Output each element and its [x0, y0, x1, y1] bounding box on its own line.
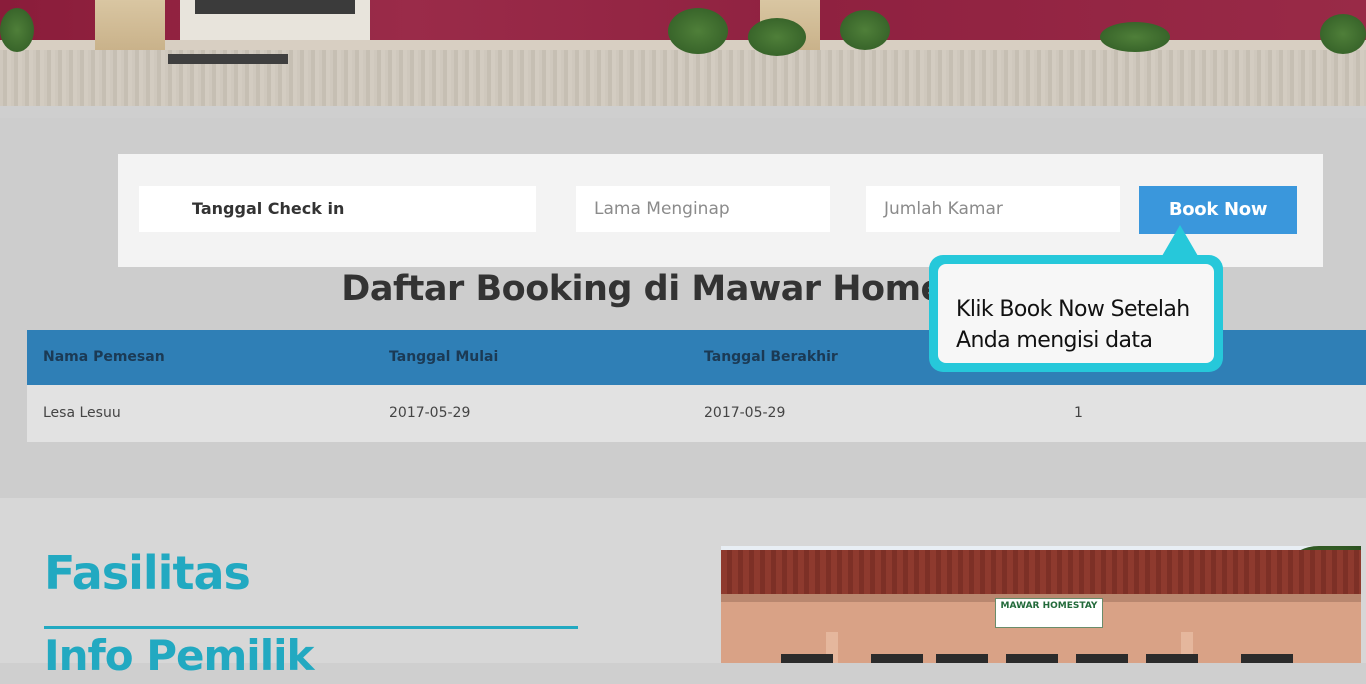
checkin-date-input[interactable]: Tanggal Check in: [139, 186, 536, 232]
tooltip-content: Klik Book Now Setelah Anda mengisi data: [938, 264, 1214, 363]
hero-doormat: [168, 54, 288, 64]
house-sign-text: MAWAR HOMESTAY: [1000, 601, 1098, 611]
house-window: [871, 654, 923, 663]
cell-tanggal-berakhir: 2017-05-29: [704, 405, 786, 421]
fasilitas-heading[interactable]: Fasilitas: [44, 545, 251, 601]
hero-doorway: [195, 0, 355, 14]
room-count-input[interactable]: Jumlah Kamar: [866, 186, 1120, 232]
hero-plant: [0, 8, 34, 52]
house-roof: [721, 550, 1361, 594]
cell-nama-pemesan: Lesa Lesuu: [43, 405, 121, 421]
house-window: [781, 654, 833, 663]
table-row: Lesa Lesuu 2017-05-29 2017-05-29 1: [27, 385, 1366, 442]
tooltip-line-2: Anda mengisi data: [956, 328, 1153, 353]
tooltip-callout: Klik Book Now Setelah Anda mengisi data: [929, 255, 1223, 372]
hero-plant: [668, 8, 728, 54]
hero-pillar: [95, 0, 165, 50]
hero-plant: [1320, 14, 1366, 54]
info-pemilik-heading[interactable]: Info Pemilik: [44, 628, 314, 684]
house-window: [1006, 654, 1058, 663]
hero-plant: [840, 10, 890, 50]
homestay-photo: MAWAR HOMESTAY: [721, 546, 1361, 663]
header-tanggal-mulai: Tanggal Mulai: [389, 349, 499, 365]
header-tanggal-berakhir: Tanggal Berakhir: [704, 349, 838, 365]
header-nama-pemesan: Nama Pemesan: [43, 349, 165, 365]
cell-jumlah: 1: [1074, 405, 1083, 421]
length-of-stay-input[interactable]: Lama Menginap: [576, 186, 830, 232]
hero-plant: [748, 18, 806, 56]
house-window: [1146, 654, 1198, 663]
house-window: [1076, 654, 1128, 663]
hero-plant: [1100, 22, 1170, 52]
tooltip-line-1: Klik Book Now Setelah: [956, 297, 1190, 322]
tooltip-arrow: [1162, 225, 1198, 256]
house-window: [1241, 654, 1293, 663]
house-window: [936, 654, 988, 663]
hero-photo: [0, 0, 1366, 106]
cell-tanggal-mulai: 2017-05-29: [389, 405, 471, 421]
house-signboard: MAWAR HOMESTAY: [995, 598, 1103, 628]
